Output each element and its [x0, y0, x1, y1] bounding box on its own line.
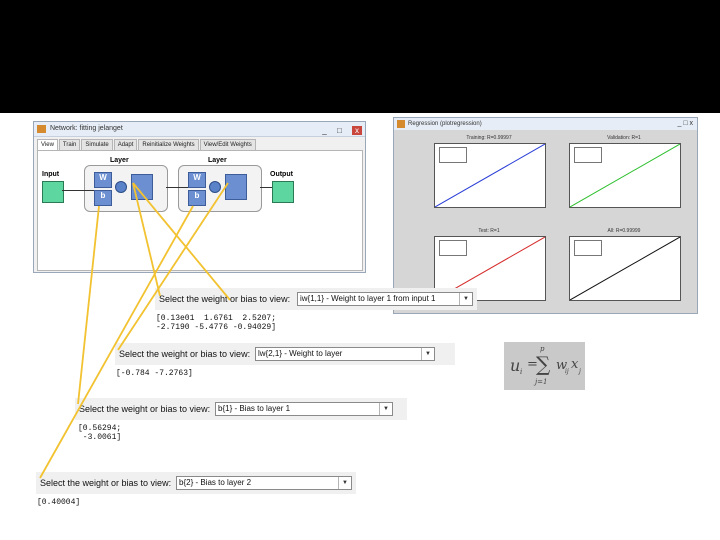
formula-lhs-sub: i: [520, 368, 523, 376]
window-controls[interactable]: _ □ x: [677, 118, 693, 130]
formula-var: x: [571, 357, 579, 372]
tab-reinitialize-weights[interactable]: Reinitialize Weights: [138, 139, 199, 150]
regression-window-titlebar: Regression (plotregression) _ □ x: [394, 118, 697, 130]
subplot-title: Validation: R=1: [607, 135, 641, 141]
layer2-transfer-box: [225, 174, 247, 200]
layer1-label: Layer: [110, 157, 129, 164]
formula-lhs: u: [510, 356, 521, 375]
layer1-transfer-box: [131, 174, 153, 200]
weight-values-iw11: [0.13e01 1.6761 2.5207; -2.7190 -5.4776 …: [156, 314, 277, 332]
regression-window: Regression (plotregression) _ □ x Traini…: [393, 117, 698, 314]
weight-select-prompt: Select the weight or bias to view:: [159, 294, 291, 304]
close-icon[interactable]: x: [352, 126, 362, 135]
matlab-icon: [37, 125, 46, 133]
chevron-down-icon[interactable]: ▼: [338, 477, 351, 489]
summation-formula: u i = p ∑ j=1 w ij x j: [504, 342, 585, 390]
layer2-sum-node: [209, 181, 221, 193]
chevron-down-icon[interactable]: ▼: [421, 348, 434, 360]
input-node: [42, 181, 64, 203]
weight-select-panel-iw11: Select the weight or bias to view: iw{1,…: [155, 288, 477, 310]
subplot-validation: [569, 143, 681, 208]
tab-view[interactable]: View: [37, 139, 58, 150]
weight-select-dropdown[interactable]: iw{1,1} - Weight to layer 1 from input 1…: [297, 292, 473, 306]
network-diagram: Input Layer W b Layer W b Output: [37, 150, 363, 271]
output-label: Output: [270, 171, 293, 178]
layer2-weight-box[interactable]: W: [188, 172, 206, 188]
chevron-down-icon[interactable]: ▼: [379, 403, 392, 415]
slide-title-bar: [0, 0, 720, 113]
tab-adapt[interactable]: Adapt: [113, 139, 138, 150]
input-label: Input: [42, 171, 60, 178]
bias-select-value: b{2} - Bias to layer 2: [179, 478, 252, 487]
legend-box: [574, 240, 602, 256]
weight-select-value: iw{1,1} - Weight to layer 1 from input 1: [300, 294, 436, 303]
chevron-down-icon[interactable]: ▼: [459, 293, 472, 305]
connector-line: [166, 187, 188, 188]
layer1-weight-box[interactable]: W: [94, 172, 112, 188]
legend-box: [439, 240, 467, 256]
network-window: Network: fitting jelanget _ □ x View Tra…: [33, 121, 366, 273]
bias-select-dropdown[interactable]: b{2} - Bias to layer 2 ▼: [176, 476, 352, 490]
legend-box: [574, 147, 602, 163]
layer1-sum-node: [115, 181, 127, 193]
tab-simulate[interactable]: Simulate: [81, 139, 113, 150]
connector-line: [62, 190, 94, 191]
subplot-title: Training: R=0.99997: [466, 135, 512, 141]
network-window-titlebar: Network: fitting jelanget _ □ x: [34, 122, 365, 137]
subplot-training: [434, 143, 546, 208]
bias-select-panel-b1: Select the weight or bias to view: b{1} …: [75, 398, 407, 420]
bias-select-panel-b2: Select the weight or bias to view: b{2} …: [36, 472, 356, 494]
formula-sum: ∑: [536, 352, 551, 376]
subplot-all: [569, 236, 681, 301]
weight-select-panel-lw21: Select the weight or bias to view: lw{2,…: [115, 343, 455, 365]
window-controls[interactable]: _ □ x: [322, 124, 362, 138]
tab-train[interactable]: Train: [58, 139, 81, 150]
legend-box: [439, 147, 467, 163]
formula-var-sub: j: [579, 368, 581, 375]
layer2-label: Layer: [208, 157, 227, 164]
matlab-icon: [397, 120, 405, 128]
bias-select-prompt: Select the weight or bias to view:: [79, 404, 211, 414]
tab-view-edit-weights[interactable]: View/Edit Weights: [199, 139, 256, 150]
layer1-bias-box[interactable]: b: [94, 190, 112, 206]
formula-term-sub: ij: [565, 368, 569, 375]
network-window-title: Network: fitting jelanget: [50, 125, 123, 132]
weight-values-lw21: [-0.784 -7.2763]: [116, 369, 193, 378]
subplot-title: Test: R=1: [478, 228, 500, 234]
bias-select-prompt: Select the weight or bias to view:: [40, 478, 172, 488]
connector-line: [260, 187, 272, 188]
bias-select-dropdown[interactable]: b{1} - Bias to layer 1 ▼: [215, 402, 393, 416]
formula-lower: j=1: [535, 378, 548, 386]
subplot-title: All: R=0.99999: [607, 228, 641, 234]
layer2-bias-box[interactable]: b: [188, 190, 206, 206]
network-tabs: View Train Simulate Adapt Reinitialize W…: [37, 139, 257, 150]
bias-values-b1: [0.56294; -3.0061]: [78, 424, 122, 442]
weight-select-prompt: Select the weight or bias to view:: [119, 349, 251, 359]
bias-select-value: b{1} - Bias to layer 1: [218, 404, 291, 413]
weight-select-dropdown[interactable]: lw{2,1} - Weight to layer ▼: [255, 347, 435, 361]
regression-window-title: Regression (plotregression): [408, 121, 482, 127]
output-node: [272, 181, 294, 203]
weight-select-value: lw{2,1} - Weight to layer: [258, 349, 343, 358]
bias-values-b2: [0.40004]: [37, 498, 81, 507]
